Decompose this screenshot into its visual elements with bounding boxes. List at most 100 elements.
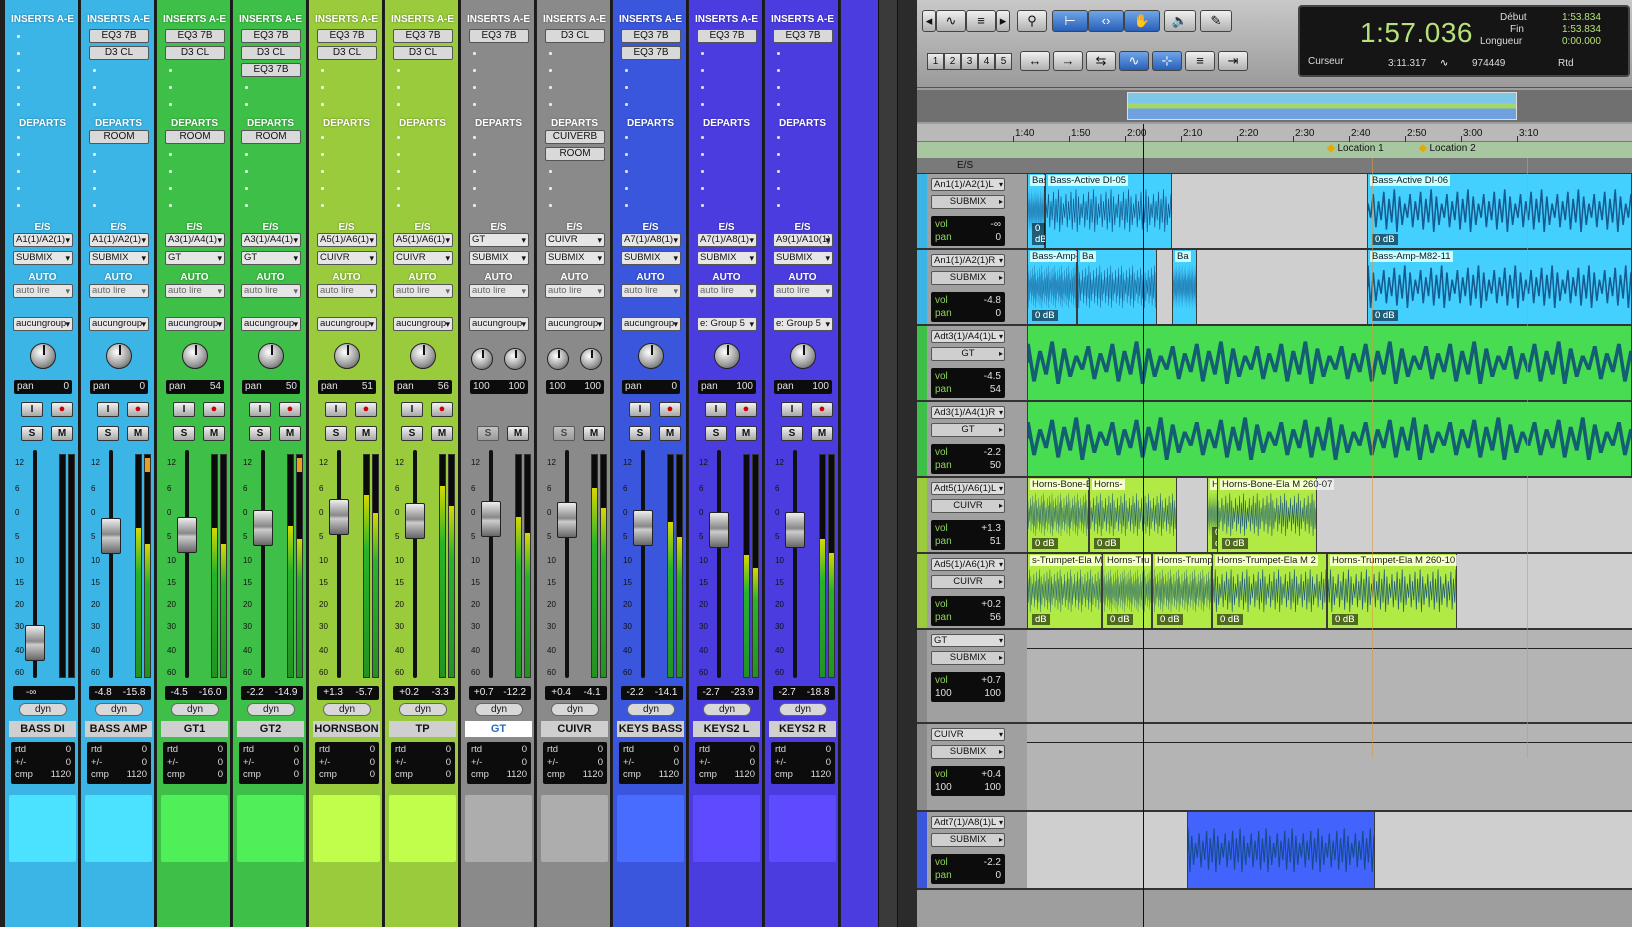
- empty-send-slot[interactable]: [17, 170, 20, 173]
- empty-insert-slot[interactable]: [245, 103, 248, 106]
- empty-insert-slot[interactable]: [701, 86, 704, 89]
- empty-insert-slot[interactable]: [93, 86, 96, 89]
- empty-send-slot[interactable]: [549, 204, 552, 207]
- empty-send-slot[interactable]: [625, 187, 628, 190]
- empty-insert-slot[interactable]: [17, 52, 20, 55]
- track-output-selector[interactable]: CUIVR: [931, 499, 1005, 513]
- output-selector[interactable]: SUBMIX: [469, 251, 529, 265]
- main-counter[interactable]: 1:57.036 Début 1:53.834 Fin 1:53.834 Lon…: [1298, 5, 1630, 77]
- send-slot[interactable]: CUIVERB: [545, 130, 605, 144]
- selector-tool-icon[interactable]: ‹›: [1088, 10, 1124, 32]
- insert-slot[interactable]: EQ3 7B: [165, 29, 225, 43]
- solo-button[interactable]: S: [553, 426, 575, 441]
- volume-fader-cap[interactable]: [785, 512, 805, 548]
- empty-insert-slot[interactable]: [245, 86, 248, 89]
- track-playlist[interactable]: [1027, 812, 1632, 888]
- record-arm-button[interactable]: ●: [735, 402, 757, 417]
- empty-insert-slot[interactable]: [777, 103, 780, 106]
- pan-knob[interactable]: [182, 343, 208, 369]
- link-timeline-icon[interactable]: ⊹: [1152, 51, 1182, 71]
- group-selector[interactable]: aucungroup: [165, 317, 225, 331]
- longueur-value[interactable]: 0:00.000: [1562, 36, 1601, 47]
- mute-button[interactable]: M: [507, 426, 529, 441]
- volume-fader-cap[interactable]: [177, 517, 197, 553]
- trim-tool-icon[interactable]: ⊢: [1052, 10, 1088, 32]
- track-name[interactable]: CUIVR: [541, 721, 608, 737]
- input-selector[interactable]: A5(1)/A6(1): [317, 233, 377, 247]
- empty-send-slot[interactable]: [169, 170, 172, 173]
- track-name[interactable]: GT2: [237, 721, 304, 737]
- audio-clip[interactable]: Horns-Bone-Ela M0 dB: [1027, 478, 1113, 552]
- input-selector[interactable]: A3(1)/A4(1): [165, 233, 225, 247]
- audio-clip[interactable]: Bass 0 dB: [1027, 174, 1056, 248]
- output-selector[interactable]: GT: [241, 251, 301, 265]
- input-monitor-button[interactable]: I: [249, 402, 271, 417]
- insert-slot[interactable]: D3 CL: [317, 46, 377, 60]
- record-arm-button[interactable]: ●: [51, 402, 73, 417]
- track-input-selector[interactable]: Adt7(1)/A8(1)L: [931, 816, 1005, 829]
- zoom-preset-4[interactable]: 4: [978, 53, 995, 70]
- mute-button[interactable]: M: [355, 426, 377, 441]
- automation-mode-selector[interactable]: auto lire: [621, 284, 681, 298]
- empty-insert-slot[interactable]: [549, 103, 552, 106]
- audio-clip[interactable]: Horns-Trumpet-Ela M 2 0 dB: [1212, 554, 1327, 628]
- zoom-preset-2[interactable]: 2: [944, 53, 961, 70]
- audio-clip[interactable]: Horns-Tru 0 dB: [1102, 554, 1152, 628]
- insert-slot[interactable]: D3 CL: [89, 46, 149, 60]
- empty-send-slot[interactable]: [625, 136, 628, 139]
- automation-mode-selector[interactable]: auto lire: [165, 284, 225, 298]
- pan-knob[interactable]: [334, 343, 360, 369]
- audio-clip[interactable]: Ba: [1172, 250, 1197, 324]
- empty-insert-slot[interactable]: [397, 103, 400, 106]
- track-input-selector[interactable]: Ad3(1)/A4(1)R: [931, 406, 1005, 419]
- input-selector[interactable]: A7(1)/A8(1): [621, 233, 681, 247]
- volume-fader-cap[interactable]: [329, 499, 349, 535]
- empty-send-slot[interactable]: [701, 187, 704, 190]
- automation-mode-selector[interactable]: auto lire: [393, 284, 453, 298]
- slip-mode-icon[interactable]: →: [1053, 51, 1083, 71]
- empty-send-slot[interactable]: [397, 170, 400, 173]
- empty-send-slot[interactable]: [93, 153, 96, 156]
- mute-button[interactable]: M: [811, 426, 833, 441]
- input-selector[interactable]: GT: [469, 233, 529, 247]
- nav-left-button[interactable]: ◂: [922, 10, 936, 32]
- track-name[interactable]: KEYS2 L: [693, 721, 760, 737]
- zoom-preset-1[interactable]: 1: [927, 53, 944, 70]
- scrubber-speaker-icon[interactable]: 🔈: [1164, 10, 1196, 32]
- solo-button[interactable]: S: [629, 426, 651, 441]
- empty-send-slot[interactable]: [321, 170, 324, 173]
- empty-send-slot[interactable]: [93, 187, 96, 190]
- timeline-ruler[interactable]: 1:40 1:50 2:00 2:10 2:20 2:30 2:40 2:50 3:00 3:10: [917, 124, 1632, 142]
- input-selector[interactable]: A1(1)/A2(1): [89, 233, 149, 247]
- empty-send-slot[interactable]: [701, 204, 704, 207]
- dyn-button[interactable]: dyn: [171, 703, 219, 716]
- dyn-button[interactable]: dyn: [399, 703, 447, 716]
- empty-send-slot[interactable]: [17, 187, 20, 190]
- empty-send-slot[interactable]: [321, 187, 324, 190]
- track-input-selector[interactable]: Adt5(1)/A6(1)L: [931, 482, 1005, 495]
- automation-mode-selector[interactable]: auto lire: [13, 284, 73, 298]
- empty-insert-slot[interactable]: [321, 86, 324, 89]
- automation-mode-selector[interactable]: auto lire: [241, 284, 301, 298]
- track-input-selector[interactable]: Adt3(1)/A4(1)L: [931, 330, 1005, 343]
- empty-send-slot[interactable]: [777, 187, 780, 190]
- insert-slot[interactable]: D3 CL: [393, 46, 453, 60]
- track-output-selector[interactable]: SUBMIX: [931, 651, 1005, 665]
- overview-view-box[interactable]: [1127, 92, 1517, 120]
- empty-send-slot[interactable]: [777, 204, 780, 207]
- send-slot[interactable]: ROOM: [545, 147, 605, 161]
- empty-send-slot[interactable]: [17, 153, 20, 156]
- output-selector[interactable]: GT: [165, 251, 225, 265]
- empty-insert-slot[interactable]: [169, 86, 172, 89]
- empty-send-slot[interactable]: [473, 170, 476, 173]
- empty-insert-slot[interactable]: [473, 52, 476, 55]
- empty-send-slot[interactable]: [777, 170, 780, 173]
- track-input-selector[interactable]: An1(1)/A2(1)R: [931, 254, 1005, 267]
- input-selector[interactable]: A9(1)/A10(1): [773, 233, 833, 247]
- fin-value[interactable]: 1:53.834: [1562, 24, 1601, 35]
- send-slot[interactable]: ROOM: [241, 130, 301, 144]
- track-playlist[interactable]: [1027, 326, 1632, 400]
- input-selector[interactable]: A5(1)/A6(1): [393, 233, 453, 247]
- empty-insert-slot[interactable]: [473, 69, 476, 72]
- empty-insert-slot[interactable]: [93, 103, 96, 106]
